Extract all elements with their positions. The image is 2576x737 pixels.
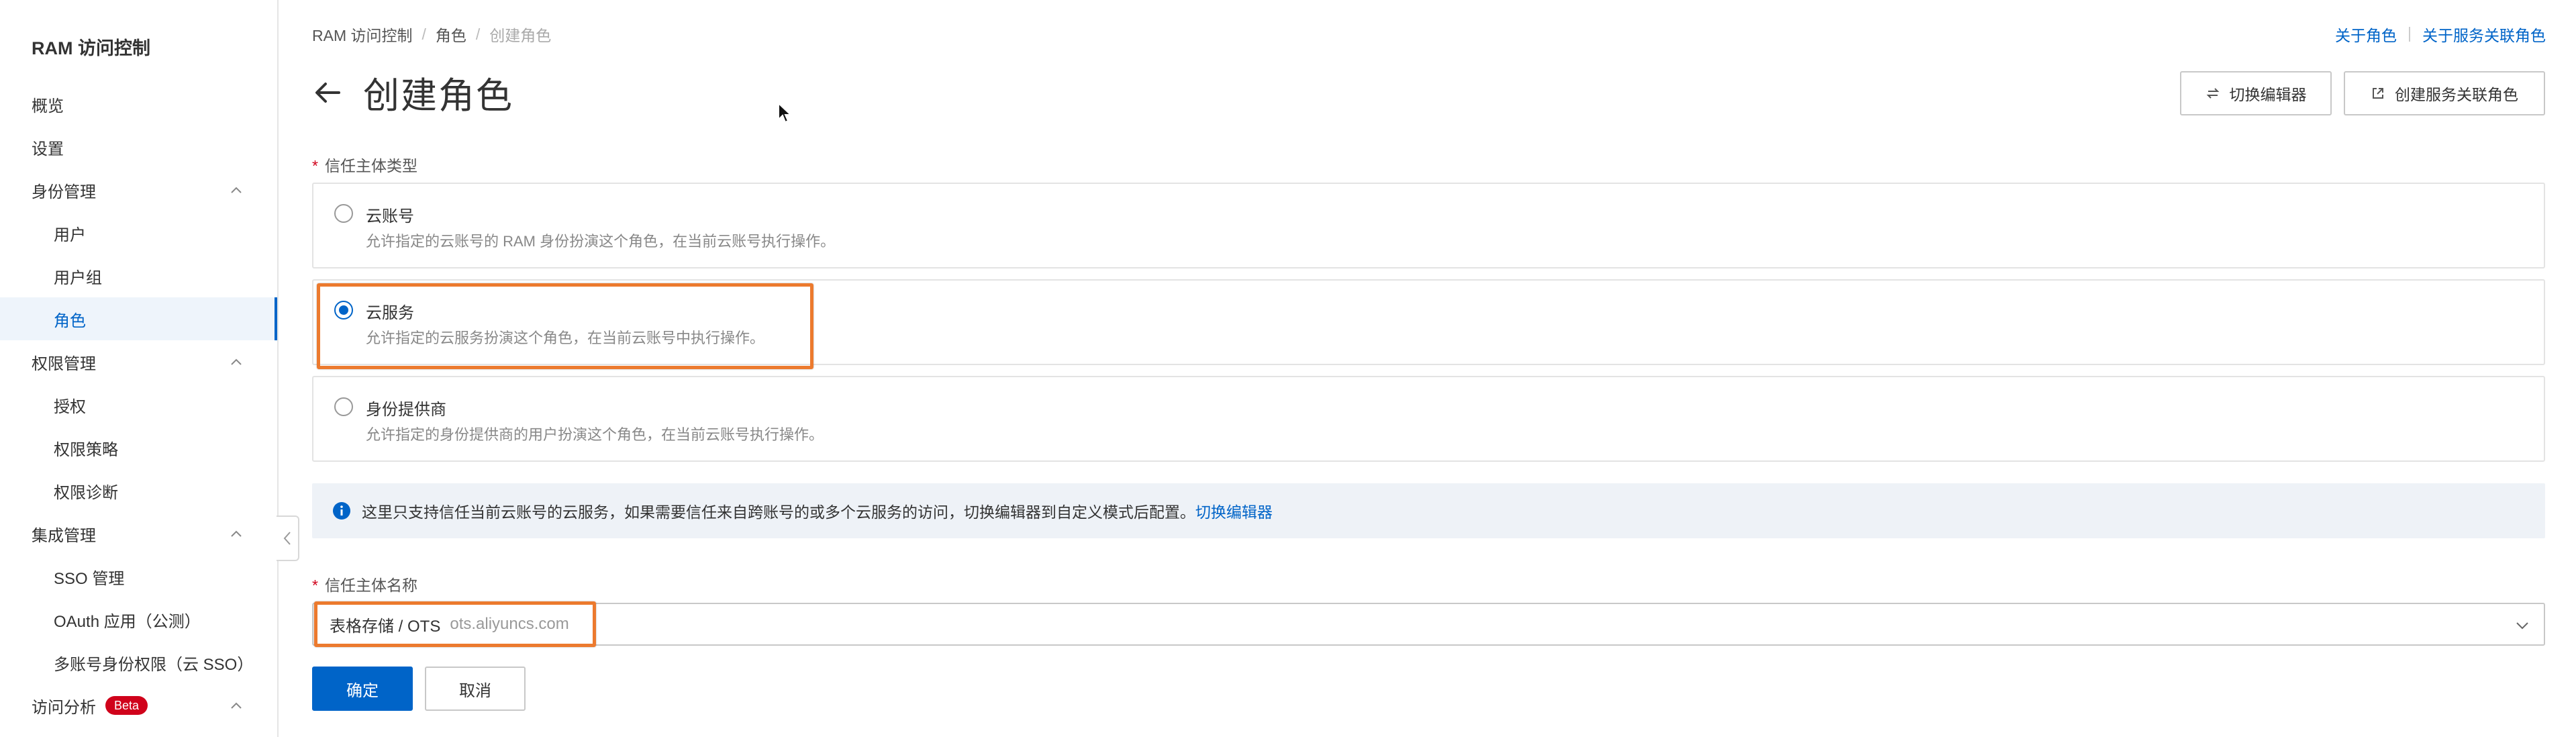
sidebar-item-label: 授权	[54, 397, 86, 416]
sidebar-item-label: 身份管理	[32, 183, 96, 201]
breadcrumb-item-ram[interactable]: RAM 访问控制	[312, 23, 413, 46]
trust-type-label-text: 信任主体类型	[324, 157, 417, 175]
link-divider	[2409, 27, 2410, 42]
sidebar-item-cloud-sso[interactable]: 多账号身份权限（云 SSO）	[0, 641, 277, 684]
sidebar-item-label: 多账号身份权限（云 SSO）	[54, 655, 254, 674]
sidebar-item-diagnosis[interactable]: 权限诊断	[0, 469, 277, 512]
option-cloud-account[interactable]: 云账号 允许指定的云账号的 RAM 身份扮演这个角色，在当前云账号执行操作。	[312, 183, 2545, 268]
option-cloud-service[interactable]: 云服务 允许指定的云服务扮演这个角色，在当前云账号中执行操作。	[312, 279, 2545, 365]
radio-identity-provider[interactable]	[334, 397, 353, 416]
trust-name-select[interactable]: 表格存储 / OTS ots.aliyuncs.com	[312, 603, 2545, 646]
option-title: 云账号	[366, 207, 414, 226]
top-links: 关于角色 关于服务关联角色	[2335, 23, 2546, 46]
info-bar: 这里只支持信任当前云账号的云服务，如果需要信任来自跨账号的或多个云服务的访问，切…	[312, 483, 2545, 538]
switch-editor-link[interactable]: 切换编辑器	[1195, 499, 1273, 522]
sidebar-item-label: 用户组	[54, 268, 102, 287]
sidebar-item-label: SSO 管理	[54, 569, 125, 588]
sidebar-item-label: 权限诊断	[54, 483, 118, 502]
option-identity-provider[interactable]: 身份提供商 允许指定的身份提供商的用户扮演这个角色，在当前云账号执行操作。	[312, 376, 2545, 462]
about-roles-link[interactable]: 关于角色	[2335, 23, 2397, 46]
chevron-up-icon	[229, 699, 244, 714]
chevron-up-icon	[229, 183, 244, 198]
chevron-left-icon	[283, 532, 291, 545]
mouse-cursor-icon	[778, 102, 792, 124]
breadcrumb-separator: /	[422, 25, 426, 43]
info-text: 这里只支持信任当前云账号的云服务，如果需要信任来自跨账号的或多个云服务的访问，切…	[362, 503, 1195, 521]
sidebar-item-label: 权限策略	[54, 440, 118, 459]
sidebar-collapse-button[interactable]	[277, 515, 299, 561]
chevron-up-icon	[229, 355, 244, 370]
page-title: 创建角色	[363, 76, 513, 116]
radio-cloud-service[interactable]	[334, 301, 353, 320]
radio-cloud-account[interactable]	[334, 204, 353, 223]
create-linked-role-button[interactable]: 创建服务关联角色	[2344, 71, 2545, 115]
option-title: 身份提供商	[366, 401, 446, 419]
sidebar-item-roles[interactable]: 角色	[0, 297, 277, 340]
sidebar-item-policies[interactable]: 权限策略	[0, 426, 277, 469]
sidebar-group-identity[interactable]: 身份管理	[0, 168, 277, 211]
breadcrumb: RAM 访问控制 / 角色 / 创建角色	[312, 23, 551, 46]
select-sub-value: ots.aliyuncs.com	[450, 615, 569, 633]
select-value: 表格存储 / OTS	[330, 617, 441, 636]
sidebar-item-label: OAuth 应用（公测）	[54, 612, 201, 631]
external-link-icon	[2373, 88, 2383, 99]
sidebar-item-label: 集成管理	[32, 526, 96, 545]
sidebar-group-permissions[interactable]: 权限管理	[0, 340, 277, 383]
switch-editor-label: 切换编辑器	[2229, 86, 2307, 103]
sidebar-item-user-groups[interactable]: 用户组	[0, 254, 277, 297]
swap-icon	[2206, 88, 2219, 99]
sidebar-item-oauth[interactable]: OAuth 应用（公测）	[0, 598, 277, 641]
sidebar-item-label: 用户	[54, 226, 86, 244]
back-arrow-icon[interactable]	[312, 77, 343, 108]
sidebar-item-label: 访问分析	[32, 698, 96, 717]
option-description: 允许指定的身份提供商的用户扮演这个角色，在当前云账号执行操作。	[366, 426, 824, 443]
switch-editor-button[interactable]: 切换编辑器	[2180, 71, 2332, 115]
option-title: 云服务	[366, 304, 414, 322]
sidebar-item-sso[interactable]: SSO 管理	[0, 555, 277, 598]
page-header: 创建角色	[312, 66, 513, 119]
sidebar: RAM 访问控制 概览 设置 身份管理 用户 用户组 角色 权限管理 授权 权限…	[0, 0, 279, 737]
breadcrumb-item-roles[interactable]: 角色	[436, 23, 466, 46]
cancel-button[interactable]: 取消	[425, 667, 526, 711]
info-icon	[333, 502, 350, 520]
chevron-down-icon	[2516, 622, 2528, 630]
sidebar-item-label: 设置	[32, 140, 64, 158]
trust-type-label: * 信任主体类型	[312, 153, 417, 176]
trust-name-label: * 信任主体名称	[312, 573, 417, 595]
sidebar-group-integration[interactable]: 集成管理	[0, 512, 277, 555]
sidebar-item-label: 权限管理	[32, 354, 96, 373]
beta-badge: Beta	[105, 696, 148, 715]
confirm-button[interactable]: 确定	[312, 667, 413, 711]
sidebar-item-grants[interactable]: 授权	[0, 383, 277, 426]
sidebar-item-overview[interactable]: 概览	[0, 83, 277, 126]
sidebar-item-label: 角色	[54, 311, 86, 330]
required-mark: *	[312, 157, 318, 175]
sidebar-item-label: 概览	[32, 97, 64, 115]
sidebar-item-settings[interactable]: 设置	[0, 126, 277, 168]
breadcrumb-item-current: 创建角色	[489, 27, 552, 44]
required-mark: *	[312, 577, 318, 594]
trust-name-label-text: 信任主体名称	[324, 577, 417, 594]
sidebar-group-access-analysis[interactable]: 访问分析 Beta	[0, 684, 277, 727]
breadcrumb-separator: /	[475, 25, 481, 43]
about-linked-roles-link[interactable]: 关于服务关联角色	[2422, 23, 2546, 46]
option-description: 允许指定的云服务扮演这个角色，在当前云账号中执行操作。	[366, 330, 765, 346]
sidebar-item-users[interactable]: 用户	[0, 211, 277, 254]
create-linked-role-label: 创建服务关联角色	[2395, 86, 2518, 103]
sidebar-title: RAM 访问控制	[32, 38, 150, 58]
option-description: 允许指定的云账号的 RAM 身份扮演这个角色，在当前云账号执行操作。	[366, 233, 836, 250]
chevron-up-icon	[229, 527, 244, 542]
